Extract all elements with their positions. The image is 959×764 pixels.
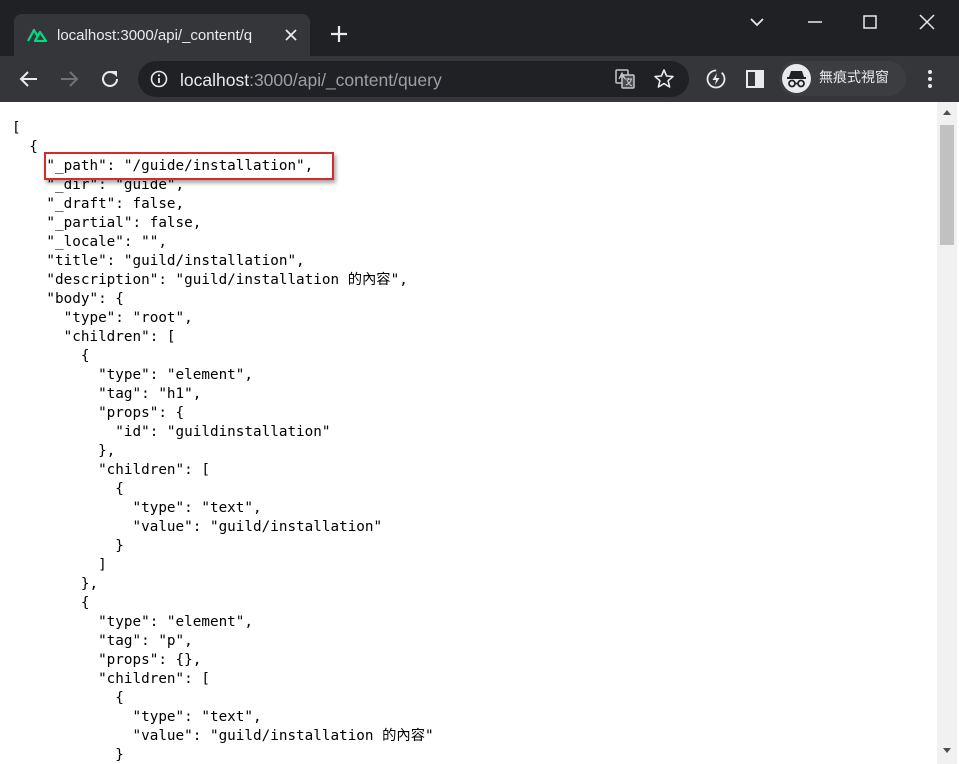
highlight-annotation [44,152,334,180]
json-line: ] [12,557,107,573]
tab-title: localhost:3000/api/_content/q [57,27,253,44]
json-line: "description": "guild/installation 的內容", [12,272,408,288]
json-line: "children": [ [12,462,210,478]
reload-icon[interactable] [98,67,122,91]
forward-icon[interactable] [57,67,81,91]
json-line: } [12,538,124,554]
url-host: localhost [180,70,250,90]
scroll-down-arrow-icon[interactable] [942,747,952,755]
json-line: "tag": "h1", [12,386,202,402]
tab-strip: localhost:3000/api/_content/q [0,0,959,56]
url-path: :3000/api/_content/query [249,70,442,90]
json-line: } [12,747,124,763]
new-tab-icon[interactable] [327,22,351,46]
minimize-icon[interactable] [803,10,827,34]
json-line: "props": {}, [12,652,202,668]
star-icon[interactable] [653,68,675,90]
json-line: "_locale": "", [12,234,167,250]
tab-search-icon[interactable] [745,10,769,34]
json-line: "_draft": false, [12,196,185,212]
json-line: }, [12,576,99,592]
incognito-button[interactable]: 無痕式視窗 [779,61,906,96]
back-icon[interactable] [17,67,41,91]
json-line: { [12,481,124,497]
json-line: "type": "root", [12,310,193,326]
side-panel-icon[interactable] [743,67,767,91]
page-content: [ { "_path": "/guide/installation", "_di… [0,102,959,764]
json-line: "props": { [12,405,185,421]
url-text[interactable]: localhost:3000/api/_content/query [180,69,442,91]
info-icon[interactable] [150,70,168,88]
json-line: "type": "element", [12,367,254,383]
json-line: "children": [ [12,671,210,687]
json-line: "type": "element", [12,614,254,630]
json-line: "body": { [12,291,124,307]
nuxt-icon [27,28,47,42]
json-line: [ [12,120,21,136]
json-line: { [12,348,90,364]
address-bar[interactable]: localhost:3000/api/_content/query [138,61,689,97]
json-line: { [12,690,124,706]
json-line: "type": "text", [12,709,262,725]
json-line: "tag": "p", [12,633,193,649]
translate-icon[interactable] [614,68,636,90]
scroll-up-arrow-icon[interactable] [942,108,952,116]
browser-toolbar: localhost:3000/api/_content/query 無痕式視窗 [0,56,959,102]
maximize-icon[interactable] [858,10,882,34]
scrollbar-thumb[interactable] [940,125,954,245]
incognito-icon [782,64,811,93]
close-icon[interactable] [283,27,299,43]
json-line: "id": "guildinstallation" [12,424,331,440]
json-line: "value": "guild/installation" [12,519,383,535]
json-line: "value": "guild/installation 的內容" [12,728,434,744]
json-line: "title": "guild/installation", [12,253,305,269]
json-line: { [12,595,90,611]
vertical-scrollbar[interactable] [937,102,957,764]
json-line: "_partial": false, [12,215,202,231]
json-line: { [12,139,38,155]
tab-active[interactable]: localhost:3000/api/_content/q [14,14,310,56]
incognito-label: 無痕式視窗 [819,70,889,86]
json-line: "children": [ [12,329,176,345]
close-window-icon[interactable] [915,10,939,34]
performance-icon[interactable] [704,67,728,91]
json-line: "type": "text", [12,500,262,516]
json-line: }, [12,443,116,459]
more-menu-icon[interactable] [918,67,942,91]
